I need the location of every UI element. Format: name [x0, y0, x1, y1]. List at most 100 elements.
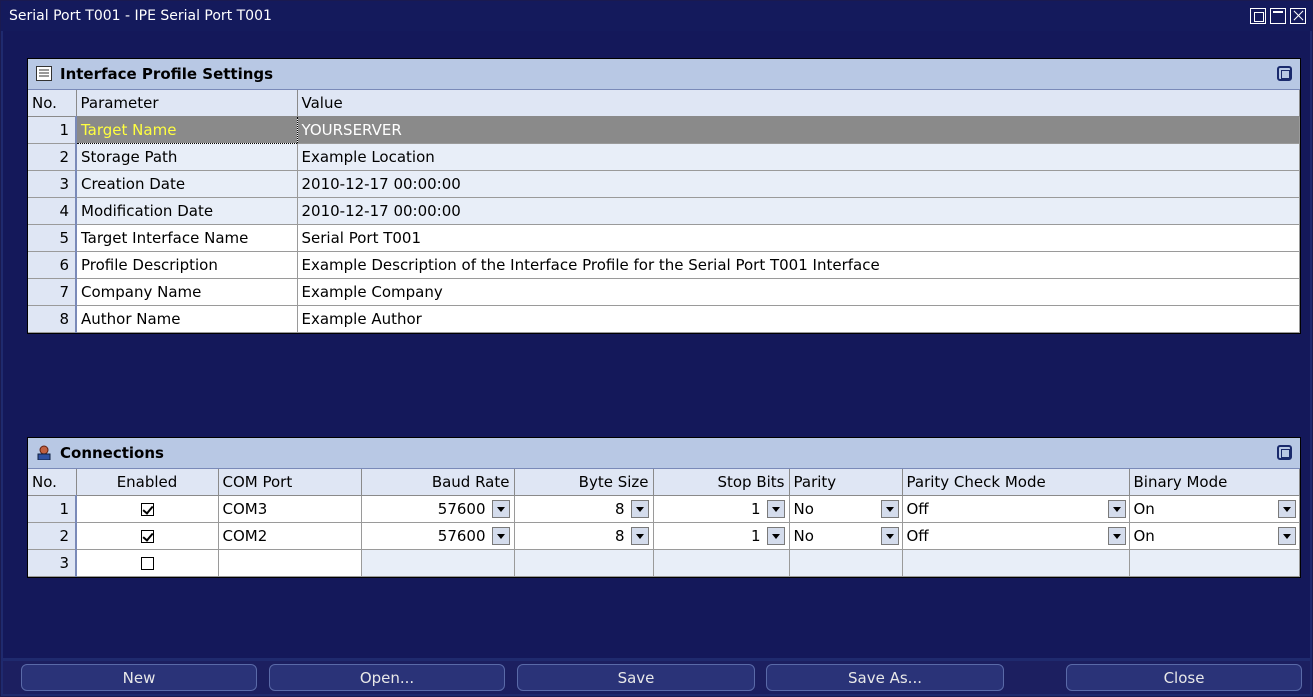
- parameter-cell[interactable]: Company Name: [76, 278, 298, 306]
- value-cell[interactable]: Example Author: [297, 305, 1300, 333]
- byte-size-dropdown[interactable]: 8: [514, 522, 654, 550]
- binary-mode-dropdown[interactable]: On: [1129, 522, 1300, 550]
- row-number[interactable]: 8: [28, 305, 77, 333]
- row-number[interactable]: 1: [28, 495, 77, 523]
- binary-mode-dropdown[interactable]: On: [1129, 495, 1300, 523]
- row-number[interactable]: 7: [28, 278, 77, 306]
- enabled-cell[interactable]: [76, 549, 219, 577]
- dropdown-arrow-icon[interactable]: [1107, 527, 1126, 545]
- row-number[interactable]: 4: [28, 197, 77, 225]
- value-cell[interactable]: 2010-12-17 00:00:00: [297, 197, 1300, 225]
- dropdown-arrow-icon[interactable]: [1278, 527, 1296, 545]
- panel-restore-icon[interactable]: [1277, 66, 1292, 81]
- value-cell[interactable]: Example Description of the Interface Pro…: [297, 251, 1300, 279]
- column-header-parameter[interactable]: Parameter: [76, 90, 298, 117]
- save-button[interactable]: Save: [517, 664, 755, 691]
- column-header-stop-bits[interactable]: Stop Bits: [653, 469, 790, 496]
- row-number[interactable]: 3: [28, 170, 77, 198]
- column-header-value[interactable]: Value: [297, 90, 1300, 117]
- dropdown-arrow-icon[interactable]: [491, 500, 510, 519]
- parameter-cell[interactable]: Storage Path: [76, 143, 298, 171]
- value-cell[interactable]: YOURSERVER: [297, 116, 1300, 144]
- row-number[interactable]: 5: [28, 224, 77, 252]
- com-port-cell[interactable]: [218, 549, 362, 577]
- table-row[interactable]: 2 COM2 57600 8 1 No Off On: [28, 522, 1300, 550]
- dropdown-arrow-icon[interactable]: [630, 527, 649, 546]
- maximize-icon[interactable]: [1270, 8, 1286, 24]
- byte-size-cell[interactable]: [514, 549, 654, 577]
- table-row[interactable]: 4 Modification Date 2010-12-17 00:00:00: [28, 197, 1300, 225]
- dropdown-arrow-icon[interactable]: [766, 527, 785, 546]
- stop-bits-cell[interactable]: [653, 549, 790, 577]
- row-number[interactable]: 2: [28, 143, 77, 171]
- dropdown-arrow-icon[interactable]: [1107, 500, 1126, 518]
- table-row[interactable]: 1 Target Name YOURSERVER: [28, 116, 1300, 144]
- enabled-cell[interactable]: [76, 495, 219, 523]
- parity-check-mode-cell[interactable]: [902, 549, 1130, 577]
- dropdown-arrow-icon[interactable]: [880, 527, 899, 545]
- parity-check-mode-dropdown[interactable]: Off: [902, 495, 1130, 523]
- open-button[interactable]: Open...: [269, 664, 505, 691]
- restore-icon[interactable]: [1250, 8, 1266, 24]
- enabled-checkbox[interactable]: [140, 530, 154, 543]
- row-number[interactable]: 6: [28, 251, 77, 279]
- table-row[interactable]: 8 Author Name Example Author: [28, 305, 1300, 333]
- dropdown-arrow-icon[interactable]: [766, 500, 785, 519]
- dropdown-arrow-icon[interactable]: [1278, 500, 1296, 518]
- value-cell[interactable]: 2010-12-17 00:00:00: [297, 170, 1300, 198]
- parity-cell[interactable]: [789, 549, 903, 577]
- column-header-no[interactable]: No.: [28, 90, 77, 117]
- dropdown-arrow-icon[interactable]: [491, 527, 510, 546]
- parity-dropdown[interactable]: No: [789, 522, 903, 550]
- value-cell[interactable]: Serial Port T001: [297, 224, 1300, 252]
- parameter-cell[interactable]: Target Name: [75, 116, 298, 144]
- column-header-parity[interactable]: Parity: [789, 469, 903, 496]
- value-cell[interactable]: Example Company: [297, 278, 1300, 306]
- parameter-cell[interactable]: Profile Description: [76, 251, 298, 279]
- row-number[interactable]: 3: [28, 549, 77, 577]
- table-row[interactable]: 5 Target Interface Name Serial Port T001: [28, 224, 1300, 252]
- close-icon[interactable]: [1290, 8, 1306, 24]
- new-button[interactable]: New: [21, 664, 257, 691]
- table-row[interactable]: 1 COM3 57600 8 1 No Off On: [28, 495, 1300, 523]
- column-header-byte-size[interactable]: Byte Size: [514, 469, 654, 496]
- row-number[interactable]: 1: [28, 116, 77, 144]
- baud-rate-cell[interactable]: [361, 549, 515, 577]
- close-button[interactable]: Close: [1066, 664, 1302, 691]
- com-port-cell[interactable]: COM2: [218, 522, 362, 550]
- table-row[interactable]: 6 Profile Description Example Descriptio…: [28, 251, 1300, 279]
- column-header-parity-check-mode[interactable]: Parity Check Mode: [902, 469, 1130, 496]
- column-header-enabled[interactable]: Enabled: [76, 469, 219, 496]
- com-port-cell[interactable]: COM3: [218, 495, 362, 523]
- enabled-cell[interactable]: [76, 522, 219, 550]
- panel-restore-icon[interactable]: [1277, 445, 1292, 460]
- table-row[interactable]: 7 Company Name Example Company: [28, 278, 1300, 306]
- column-header-com-port[interactable]: COM Port: [218, 469, 362, 496]
- dropdown-arrow-icon[interactable]: [630, 500, 649, 519]
- save-as-button[interactable]: Save As...: [766, 664, 1004, 691]
- stop-bits-dropdown[interactable]: 1: [653, 495, 790, 523]
- parity-dropdown[interactable]: No: [789, 495, 903, 523]
- stop-bits-dropdown[interactable]: 1: [653, 522, 790, 550]
- title-bar[interactable]: Serial Port T001 - IPE Serial Port T001: [1, 1, 1312, 31]
- baud-rate-dropdown[interactable]: 57600: [361, 522, 515, 550]
- enabled-checkbox[interactable]: [140, 503, 154, 516]
- binary-mode-cell[interactable]: [1129, 549, 1300, 577]
- table-row[interactable]: 3 Creation Date 2010-12-17 00:00:00: [28, 170, 1300, 198]
- parity-check-mode-dropdown[interactable]: Off: [902, 522, 1130, 550]
- dropdown-arrow-icon[interactable]: [880, 500, 899, 518]
- table-row[interactable]: 3: [28, 549, 1300, 577]
- parameter-cell[interactable]: Author Name: [76, 305, 298, 333]
- parameter-cell[interactable]: Target Interface Name: [76, 224, 298, 252]
- byte-size-dropdown[interactable]: 8: [514, 495, 654, 523]
- row-number[interactable]: 2: [28, 522, 77, 550]
- baud-rate-dropdown[interactable]: 57600: [361, 495, 515, 523]
- table-row[interactable]: 2 Storage Path Example Location: [28, 143, 1300, 171]
- column-header-no[interactable]: No.: [28, 469, 77, 496]
- parameter-cell[interactable]: Creation Date: [76, 170, 298, 198]
- column-header-binary-mode[interactable]: Binary Mode: [1129, 469, 1300, 496]
- column-header-baud-rate[interactable]: Baud Rate: [361, 469, 515, 496]
- enabled-checkbox[interactable]: [140, 557, 154, 570]
- parameter-cell[interactable]: Modification Date: [76, 197, 298, 225]
- value-cell[interactable]: Example Location: [297, 143, 1300, 171]
